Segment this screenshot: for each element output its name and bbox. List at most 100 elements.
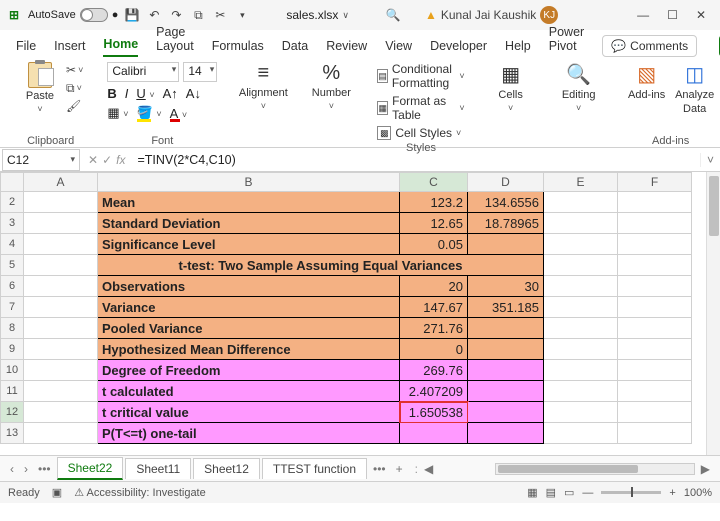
vertical-scrollbar[interactable] bbox=[706, 172, 720, 455]
macro-icon[interactable]: ▣ bbox=[52, 486, 62, 499]
view-break-icon[interactable]: ▭ bbox=[564, 486, 574, 499]
col-B[interactable]: B bbox=[98, 172, 400, 192]
menu-view[interactable]: View bbox=[385, 39, 412, 57]
zoom-level[interactable]: 100% bbox=[684, 487, 712, 499]
cut-button[interactable]: ✂ ˅ bbox=[66, 62, 83, 78]
menu-insert[interactable]: Insert bbox=[54, 39, 85, 57]
underline-button[interactable]: U ˅ bbox=[136, 86, 154, 101]
col-A[interactable]: A bbox=[24, 172, 98, 192]
tab-sheet12[interactable]: Sheet12 bbox=[193, 458, 260, 479]
bold-button[interactable]: B bbox=[107, 86, 116, 101]
minimize-icon[interactable]: — bbox=[637, 8, 649, 22]
cell-B9[interactable]: Hypothesized Mean Difference bbox=[98, 339, 400, 360]
zoom-slider[interactable] bbox=[601, 491, 661, 494]
undo-icon[interactable]: ↶ bbox=[146, 7, 162, 23]
menu-power-pivot[interactable]: Power Pivot bbox=[549, 25, 584, 57]
col-E[interactable]: E bbox=[544, 172, 618, 192]
autosave-toggle[interactable]: AutoSave ● bbox=[28, 8, 118, 22]
name-box[interactable]: C12▾ bbox=[2, 149, 80, 171]
formula-expand-icon[interactable]: ˅ bbox=[700, 153, 720, 167]
analyze-data-button[interactable]: ◫AnalyzeData bbox=[673, 62, 717, 115]
font-name-select[interactable]: Calibri bbox=[107, 62, 179, 82]
menu-review[interactable]: Review bbox=[326, 39, 367, 57]
menu-file[interactable]: File bbox=[16, 39, 36, 57]
tab-sheet11[interactable]: Sheet11 bbox=[125, 458, 191, 479]
maximize-icon[interactable]: ☐ bbox=[667, 8, 678, 22]
cell-C8[interactable]: 271.76 bbox=[400, 318, 468, 339]
editing-button[interactable]: 🔍Editing˅ bbox=[557, 62, 601, 113]
cell-B2[interactable]: Mean bbox=[98, 192, 400, 213]
tab-scroll-left-icon[interactable]: ◀ bbox=[420, 462, 437, 476]
tab-more-nav-icon[interactable]: ••• bbox=[34, 462, 55, 476]
accept-formula-icon[interactable]: ✓ bbox=[102, 153, 112, 167]
filename[interactable]: sales.xlsx ∨ bbox=[286, 8, 349, 22]
cancel-formula-icon[interactable]: ✕ bbox=[88, 153, 98, 167]
format-painter-button[interactable]: 🖌 bbox=[66, 98, 83, 114]
accessibility-status[interactable]: ⚠ Accessibility: Investigate bbox=[74, 486, 206, 499]
copy-icon[interactable]: ⧉ bbox=[190, 7, 206, 23]
cell-C7[interactable]: 147.67 bbox=[400, 297, 468, 318]
dropdown-icon[interactable]: ▾ bbox=[234, 7, 250, 23]
fill-color-button[interactable]: 🪣 ˅ bbox=[137, 105, 162, 121]
save-icon[interactable]: 💾 bbox=[124, 7, 140, 23]
comments-button[interactable]: 💬 Comments bbox=[602, 35, 697, 57]
tab-prev-icon[interactable]: ‹ bbox=[6, 462, 18, 476]
italic-button[interactable]: I bbox=[125, 86, 129, 101]
search-icon[interactable]: 🔍 bbox=[385, 7, 401, 23]
copy-button[interactable]: ⧉ ˅ bbox=[66, 80, 83, 96]
cell-D2[interactable]: 134.6556 bbox=[468, 192, 544, 213]
cell-C9[interactable]: 0 bbox=[400, 339, 468, 360]
cell-C2[interactable]: 123.2 bbox=[400, 192, 468, 213]
menu-formulas[interactable]: Formulas bbox=[212, 39, 264, 57]
cell-B3[interactable]: Standard Deviation bbox=[98, 213, 400, 234]
tab-overflow-icon[interactable]: ••• bbox=[369, 462, 390, 476]
cells-button[interactable]: ▦Cells˅ bbox=[489, 62, 533, 113]
menu-developer[interactable]: Developer bbox=[430, 39, 487, 57]
tab-add-icon[interactable]: + bbox=[392, 462, 407, 476]
cell-B11[interactable]: t calculated bbox=[98, 381, 400, 402]
user-name[interactable]: ▲ Kunal Jai Kaushik KJ bbox=[425, 6, 558, 24]
toggle-off-icon[interactable] bbox=[80, 8, 108, 22]
format-table-button[interactable]: ▦Format as Table ˅ bbox=[377, 94, 464, 122]
menu-page-layout[interactable]: Page Layout bbox=[156, 25, 194, 57]
border-button[interactable]: ▦ ˅ bbox=[107, 105, 128, 121]
cell-B5[interactable]: t-test: Two Sample Assuming Equal Varian… bbox=[98, 255, 544, 276]
view-normal-icon[interactable]: ▦ bbox=[527, 486, 537, 499]
menu-help[interactable]: Help bbox=[505, 39, 531, 57]
addins-button[interactable]: ▧Add-ins bbox=[625, 62, 669, 101]
col-F[interactable]: F bbox=[618, 172, 692, 192]
cell-B13[interactable]: P(T<=t) one-tail bbox=[98, 423, 400, 444]
font-size-select[interactable]: 14 bbox=[183, 62, 217, 82]
zoom-in-icon[interactable]: + bbox=[669, 487, 675, 499]
number-button[interactable]: %Number˅ bbox=[309, 62, 353, 111]
tab-next-icon[interactable]: › bbox=[20, 462, 32, 476]
menu-data[interactable]: Data bbox=[282, 39, 308, 57]
formula-input[interactable]: =TINV(2*C4,C10) bbox=[131, 153, 700, 167]
fx-icon[interactable]: fx bbox=[116, 153, 125, 167]
cell-D6[interactable]: 30 bbox=[468, 276, 544, 297]
cell-D3[interactable]: 18.78965 bbox=[468, 213, 544, 234]
font-decrease-button[interactable]: A↓ bbox=[186, 86, 201, 101]
tab-scroll-right-icon[interactable]: ▶ bbox=[697, 462, 714, 476]
avatar[interactable]: KJ bbox=[540, 6, 558, 24]
col-C[interactable]: C bbox=[400, 172, 468, 192]
cell-C10[interactable]: 269.76 bbox=[400, 360, 468, 381]
menu-home[interactable]: Home bbox=[103, 37, 138, 57]
cell-B7[interactable]: Variance bbox=[98, 297, 400, 318]
cell-B8[interactable]: Pooled Variance bbox=[98, 318, 400, 339]
cut-icon[interactable]: ✂ bbox=[212, 7, 228, 23]
cell-C12[interactable]: 1.650538 bbox=[400, 402, 468, 423]
font-increase-button[interactable]: A↑ bbox=[163, 86, 178, 101]
paste-button[interactable]: Paste ˅ bbox=[18, 62, 62, 114]
redo-icon[interactable]: ↷ bbox=[168, 7, 184, 23]
cell-C4[interactable]: 0.05 bbox=[400, 234, 468, 255]
horizontal-scrollbar[interactable] bbox=[495, 463, 695, 475]
cell-styles-button[interactable]: ▩Cell Styles ˅ bbox=[377, 126, 464, 140]
view-page-icon[interactable]: ▤ bbox=[546, 486, 556, 499]
cell-C3[interactable]: 12.65 bbox=[400, 213, 468, 234]
cell-C11[interactable]: 2.407209 bbox=[400, 381, 468, 402]
col-D[interactable]: D bbox=[468, 172, 544, 192]
cell-B10[interactable]: Degree of Freedom bbox=[98, 360, 400, 381]
cell-B6[interactable]: Observations bbox=[98, 276, 400, 297]
zoom-out-icon[interactable]: — bbox=[582, 487, 593, 499]
